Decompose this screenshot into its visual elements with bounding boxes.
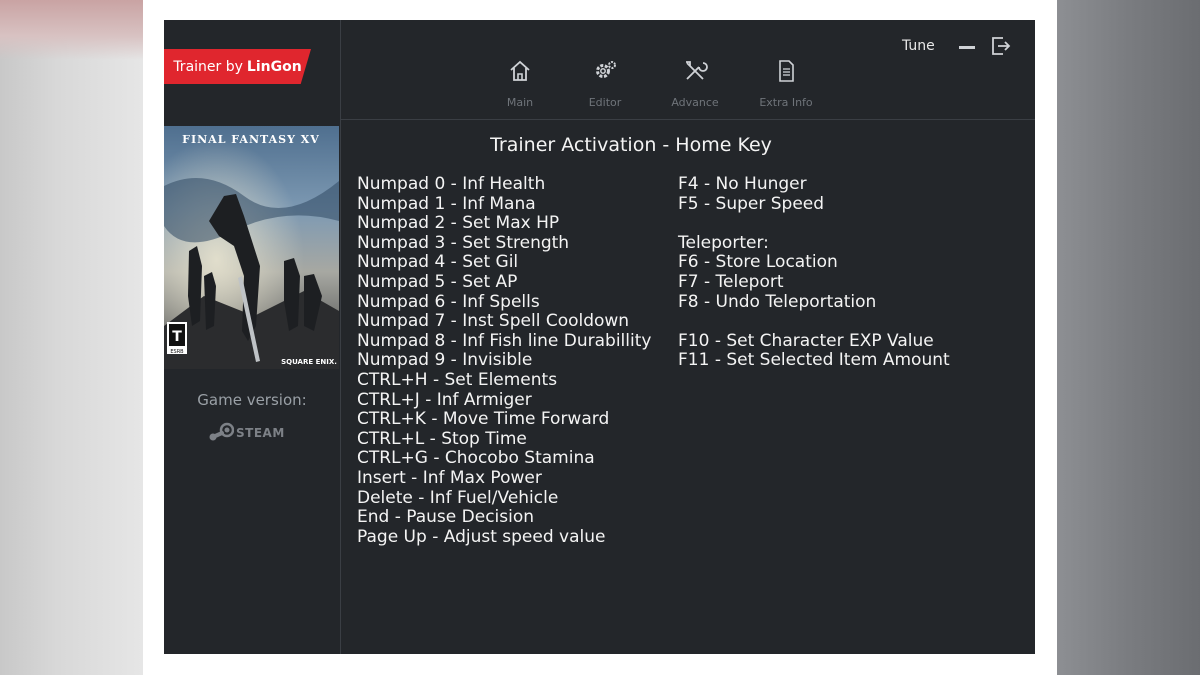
game-version-label: Game version:	[197, 391, 307, 409]
tab-advance-label: Advance	[671, 96, 719, 109]
hotkey-item: Delete - Inf Fuel/Vehicle	[357, 487, 559, 508]
platform-logo: STEAM	[208, 422, 285, 444]
hotkey-list-left: Numpad 0 - Inf Health Numpad 1 - Inf Mana…	[357, 174, 652, 547]
exit-icon[interactable]	[990, 35, 1012, 57]
brand-badge: Trainer by LinGon	[164, 49, 311, 84]
right-backdrop	[1057, 0, 1200, 675]
hotkey-item: Numpad 4 - Set Gil	[357, 252, 519, 273]
hotkey-item: Numpad 9 - Invisible	[357, 350, 533, 371]
tab-main[interactable]: Main	[485, 58, 555, 109]
minimize-button[interactable]	[959, 46, 975, 49]
hotkey-item: F4 - No Hunger	[678, 174, 807, 194]
hotkey-item: F6 - Store Location	[678, 252, 838, 273]
rating-footer: ESRB	[170, 349, 184, 355]
page-title: Trainer Activation - Home Key	[490, 134, 772, 156]
hotkey-item: CTRL+J - Inf Armiger	[357, 389, 532, 410]
gear-icon	[596, 61, 616, 78]
hotkey-item: F7 - Teleport	[678, 271, 784, 292]
tab-editor-label: Editor	[588, 96, 622, 109]
tools-icon	[686, 61, 708, 80]
trainer-window: Trainer by LinGon FINAL FANTASY XV T ESR…	[164, 20, 1035, 654]
hotkey-item: Numpad 5 - Set AP	[357, 271, 518, 292]
hotkey-item: F5 - Super Speed	[678, 193, 825, 214]
hotkey-item: Numpad 7 - Inst Spell Cooldown	[357, 311, 630, 332]
hotkey-item: F8 - Undo Teleportation	[678, 291, 877, 312]
steam-icon	[209, 422, 234, 441]
tab-advance[interactable]: Advance	[660, 58, 730, 109]
tune-button[interactable]: Tune	[902, 38, 935, 54]
hotkey-item: Page Up - Adjust speed value	[357, 526, 606, 547]
publisher-logo: SQUARE ENIX.	[281, 358, 337, 366]
hotkey-item: Numpad 8 - Inf Fish line Durabillity	[357, 330, 652, 351]
hotkey-list-right: F4 - No Hunger F5 - Super Speed Teleporter…	[678, 174, 950, 371]
hotkey-item: Numpad 3 - Set Strength	[357, 232, 570, 253]
hotkey-item: Numpad 1 - Inf Mana	[357, 193, 536, 214]
hotkey-item: CTRL+H - Set Elements	[357, 369, 558, 390]
tab-editor[interactable]: Editor	[570, 58, 640, 109]
header-divider	[341, 119, 1035, 120]
platform-name: STEAM	[236, 426, 285, 440]
hotkey-item: F10 - Set Character EXP Value	[678, 330, 934, 351]
home-icon	[510, 60, 530, 81]
tab-extra-info[interactable]: Extra Info	[751, 58, 821, 109]
document-icon	[779, 60, 794, 82]
hotkey-item: CTRL+L - Stop Time	[357, 428, 527, 449]
game-cover-image: FINAL FANTASY XV T ESRB SQUARE ENIX.	[164, 126, 339, 369]
hotkey-item: CTRL+G - Chocobo Stamina	[357, 448, 595, 469]
left-backdrop	[0, 0, 143, 675]
rating-badge: T	[172, 329, 182, 345]
brand-name: LinGon	[246, 58, 302, 75]
hotkey-item: Numpad 2 - Set Max HP	[357, 213, 560, 234]
tab-extra-info-label: Extra Info	[759, 96, 813, 109]
hotkey-item: F11 - Set Selected Item Amount	[678, 350, 950, 371]
hotkey-item: Teleporter:	[678, 232, 769, 253]
hotkey-item: End - Pause Decision	[357, 507, 535, 528]
cover-title: FINAL FANTASY XV	[182, 133, 320, 146]
hotkey-item: Insert - Inf Max Power	[357, 467, 542, 488]
brand-prefix: Trainer by	[173, 58, 243, 75]
hotkey-item: Numpad 0 - Inf Health	[357, 174, 546, 194]
sidebar-divider	[340, 20, 341, 654]
tab-main-label: Main	[506, 96, 534, 109]
hotkey-item: CTRL+K - Move Time Forward	[357, 409, 610, 430]
hotkey-item: Numpad 6 - Inf Spells	[357, 291, 540, 312]
